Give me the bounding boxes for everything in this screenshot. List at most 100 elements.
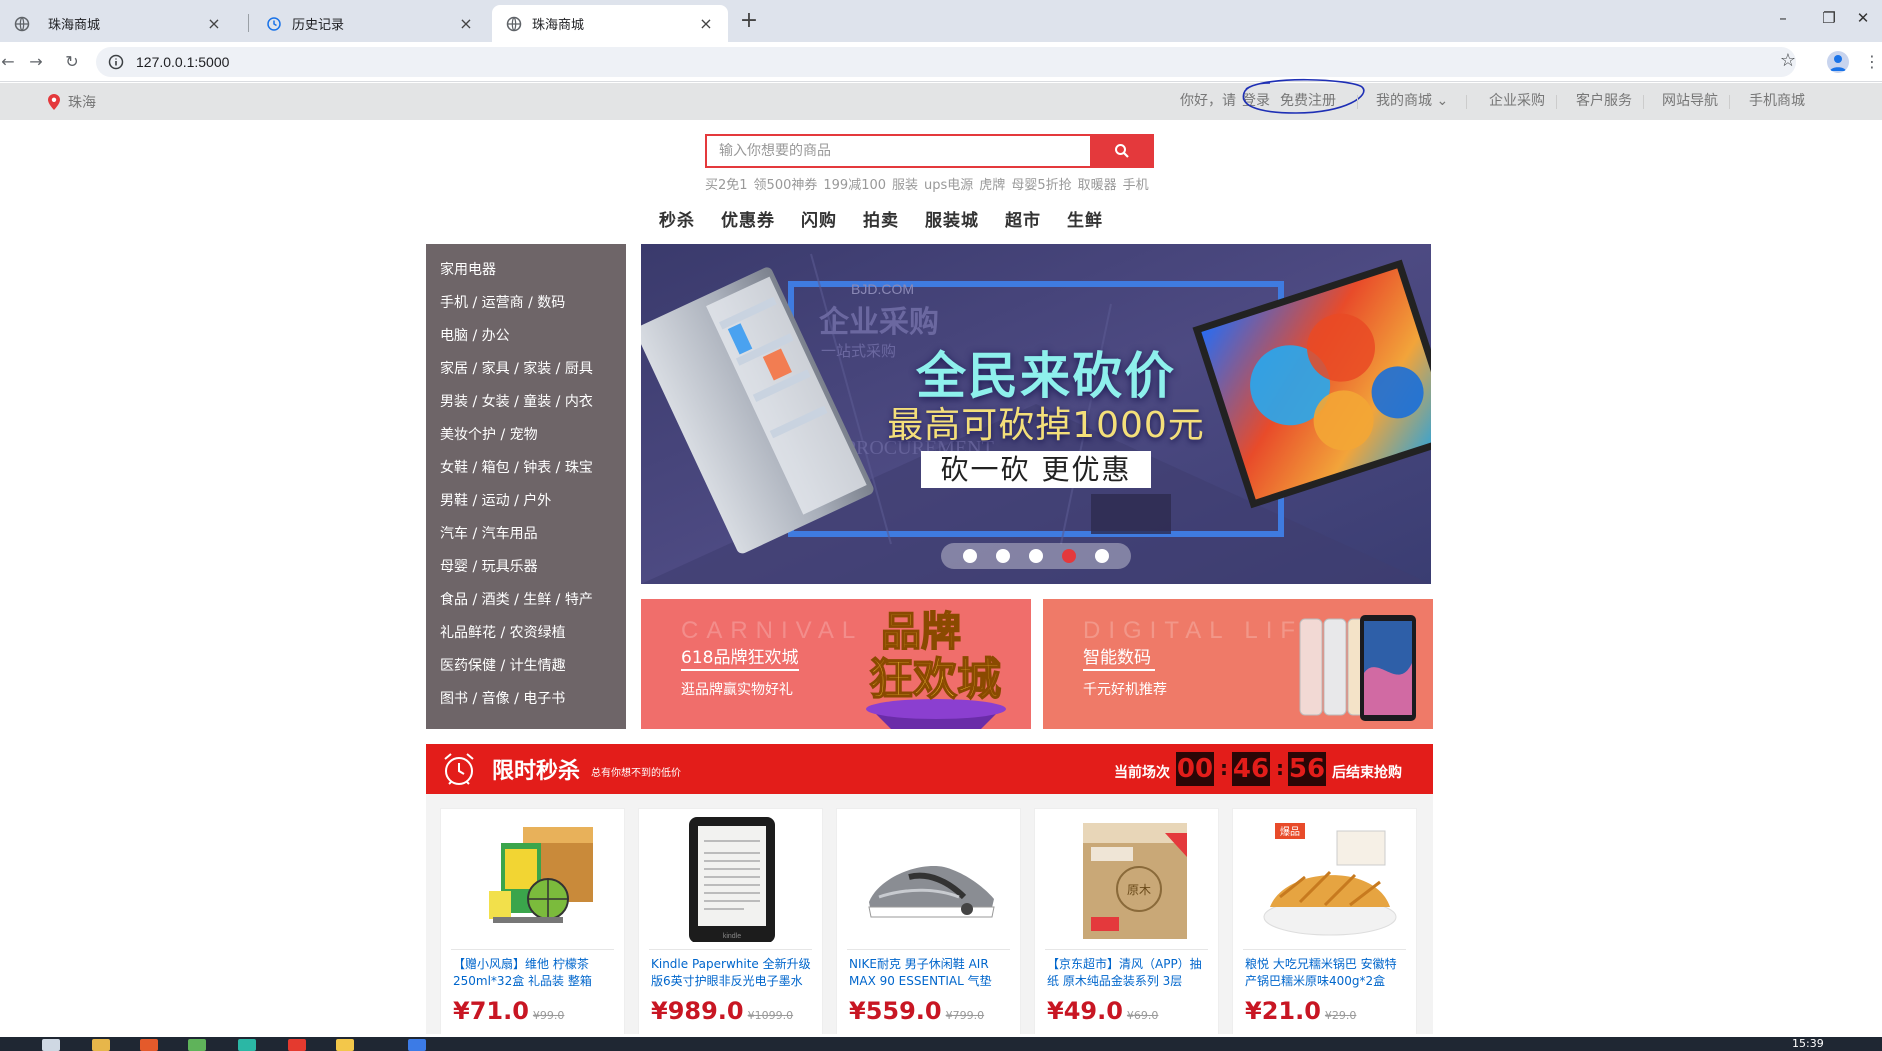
seckill-slogan: 总有你想不到的低价: [591, 768, 681, 779]
product-card[interactable]: 爆品 粮悦 大吃兄糯米锅巴 安徽特产锅巴糯米原味400g*2盒 ¥21.0 ¥29…: [1232, 808, 1417, 1034]
address-bar[interactable]: 127.0.0.1:5000: [96, 47, 1796, 77]
forward-button[interactable]: →: [22, 48, 50, 76]
tab-separator: [248, 14, 249, 32]
category-item[interactable]: 礼品鲜花 / 农资绿植: [426, 621, 626, 654]
taskbar-app-icon[interactable]: [42, 1039, 60, 1051]
hot-word-link[interactable]: 领500神券: [754, 178, 818, 193]
customer-service-link[interactable]: 客户服务: [1576, 83, 1632, 120]
search-input[interactable]: [719, 143, 1090, 159]
close-icon[interactable]: ×: [698, 15, 714, 32]
promo-card-digital[interactable]: DIGITAL LIFE 智能数码 千元好机推荐: [1043, 599, 1433, 729]
category-item[interactable]: 母婴 / 玩具乐器: [426, 555, 626, 588]
carousel-dot-active[interactable]: [1062, 549, 1077, 563]
taskbar-app-icon[interactable]: [408, 1039, 426, 1051]
category-item[interactable]: 女鞋 / 箱包 / 钟表 / 珠宝: [426, 456, 626, 489]
minimize-button[interactable]: –: [1760, 4, 1806, 32]
carousel-dot[interactable]: [995, 549, 1010, 563]
hot-word-link[interactable]: 虎牌: [979, 178, 1005, 193]
browser-tab-active[interactable]: 珠海商城 ×: [492, 5, 728, 42]
location-text: 珠海: [68, 94, 96, 111]
enterprise-link[interactable]: 企业采购: [1489, 83, 1545, 120]
product-card[interactable]: 【赠小风扇】维他 柠檬茶250ml*32盒 礼品装 整箱 ¥71.0 ¥99.0: [440, 808, 625, 1034]
hot-word-link[interactable]: 母婴5折抢: [1011, 178, 1071, 193]
category-item[interactable]: 食品 / 酒类 / 生鲜 / 特产: [426, 588, 626, 621]
url-text: 127.0.0.1:5000: [136, 54, 230, 70]
taskbar-app-icon[interactable]: [140, 1039, 158, 1051]
category-item[interactable]: 美妆个护 / 宠物: [426, 423, 626, 456]
nav-separator: [1556, 95, 1557, 109]
browser-tab[interactable]: 历史记录 ×: [252, 5, 488, 42]
product-card[interactable]: NIKE耐克 男子休闲鞋 AIR MAX 90 ESSENTIAL 气垫 ¥55…: [836, 808, 1021, 1034]
nav-item-auction[interactable]: 拍卖: [863, 206, 899, 231]
product-divider: [1243, 949, 1406, 950]
product-name[interactable]: NIKE耐克 男子休闲鞋 AIR MAX 90 ESSENTIAL 气垫: [849, 956, 1012, 990]
category-item[interactable]: 图书 / 音像 / 电子书: [426, 687, 626, 720]
product-card[interactable]: kindle Kindle Paperwhite 全新升级版6英寸护眼非反光电子…: [638, 808, 823, 1034]
hot-word-link[interactable]: 买2免1: [705, 178, 748, 193]
close-icon[interactable]: ×: [206, 15, 222, 32]
nav-separator: [1643, 95, 1644, 109]
alarm-clock-icon: [444, 753, 474, 785]
category-item[interactable]: 电脑 / 办公: [426, 324, 626, 357]
countdown-colon: :: [1220, 756, 1228, 780]
folder-icon[interactable]: [92, 1039, 110, 1051]
window-close-button[interactable]: ✕: [1840, 4, 1882, 32]
nav-item-seckill[interactable]: 秒杀: [659, 206, 695, 231]
browser-tabstrip: 珠海商城 × 历史记录 × 珠海商城 × + – ❐ ✕: [0, 0, 1882, 42]
banner-cta-button[interactable]: 砍一砍 更优惠: [921, 451, 1151, 488]
browser-icon[interactable]: [288, 1039, 306, 1051]
banner-carousel[interactable]: BJD.COM 企业采购 一站式采购 ENTERPRISE PROCUREMEN…: [641, 244, 1431, 584]
promo-title: 智能数码: [1083, 648, 1151, 668]
product-image: kindle: [689, 817, 775, 942]
hot-word-link[interactable]: 手机: [1123, 178, 1149, 193]
kebab-menu-icon[interactable]: ⋮: [1864, 48, 1880, 76]
nav-item-flash[interactable]: 闪购: [801, 206, 837, 231]
product-name[interactable]: Kindle Paperwhite 全新升级版6英寸护眼非反光电子墨水: [651, 956, 814, 990]
my-mall-link[interactable]: 我的商城 ⌄: [1376, 83, 1448, 120]
search-button[interactable]: [1090, 134, 1154, 168]
category-item[interactable]: 家用电器: [426, 258, 626, 291]
category-item[interactable]: 医药保健 / 计生情趣: [426, 654, 626, 687]
product-name[interactable]: 粮悦 大吃兄糯米锅巴 安徽特产锅巴糯米原味400g*2盒: [1245, 956, 1408, 990]
hot-word-link[interactable]: 服装: [892, 178, 918, 193]
history-icon: [267, 16, 281, 31]
carousel-dot[interactable]: [1095, 549, 1110, 563]
category-item[interactable]: 手机 / 运营商 / 数码: [426, 291, 626, 324]
nav-item-coupon[interactable]: 优惠券: [721, 206, 775, 231]
bookmark-star-icon[interactable]: ☆: [1776, 49, 1800, 73]
product-name[interactable]: 【京东超市】清风（APP）抽纸 原木纯品金装系列 3层: [1047, 956, 1210, 990]
taskbar-app-icon[interactable]: [336, 1039, 354, 1051]
profile-icon[interactable]: [1827, 51, 1849, 73]
browser-tab[interactable]: 珠海商城 ×: [0, 5, 236, 42]
hot-word-link[interactable]: 取暖器: [1078, 178, 1117, 193]
hot-word-link[interactable]: 199减100: [823, 178, 886, 193]
product-card[interactable]: 原木 【京东超市】清风（APP）抽纸 原木纯品金装系列 3层 ¥49.0 ¥69.…: [1034, 808, 1219, 1034]
back-button[interactable]: ←: [0, 48, 22, 76]
reload-button[interactable]: ↻: [58, 48, 86, 76]
seckill-product-list: 【赠小风扇】维他 柠檬茶250ml*32盒 礼品装 整箱 ¥71.0 ¥99.0 …: [426, 794, 1433, 1034]
category-item[interactable]: 汽车 / 汽车用品: [426, 522, 626, 555]
my-mall-label: 我的商城: [1376, 93, 1432, 109]
countdown-label: 当前场次: [1114, 765, 1170, 781]
taskbar-app-icon[interactable]: [188, 1039, 206, 1051]
nav-item-supermarket[interactable]: 超市: [1005, 206, 1041, 231]
nav-item-fresh[interactable]: 生鲜: [1067, 206, 1103, 231]
category-item[interactable]: 家居 / 家具 / 家装 / 厨具: [426, 357, 626, 390]
mobile-mall-link[interactable]: 手机商城: [1749, 83, 1805, 120]
new-tab-button[interactable]: +: [735, 8, 763, 36]
hot-word-link[interactable]: ups电源: [924, 178, 973, 193]
category-item[interactable]: 男装 / 女装 / 童装 / 内衣: [426, 390, 626, 423]
close-icon[interactable]: ×: [458, 15, 474, 32]
taskbar-app-icon[interactable]: [238, 1039, 256, 1051]
location-selector[interactable]: 珠海: [48, 83, 96, 120]
search-icon: [1115, 144, 1129, 158]
carousel-dot[interactable]: [962, 549, 977, 563]
product-name[interactable]: 【赠小风扇】维他 柠檬茶250ml*32盒 礼品装 整箱: [453, 956, 616, 990]
product-price: ¥71.0 ¥99.0: [453, 997, 564, 1025]
carousel-dot[interactable]: [1028, 549, 1043, 563]
site-nav-link[interactable]: 网站导航: [1662, 83, 1718, 120]
category-item[interactable]: 男鞋 / 运动 / 户外: [426, 489, 626, 522]
nav-item-clothing[interactable]: 服装城: [925, 206, 979, 231]
promo-card-carnival[interactable]: CARNIVAL 618品牌狂欢城 逛品牌赢实物好礼 品牌 狂欢城: [641, 599, 1031, 729]
info-icon[interactable]: [108, 54, 124, 70]
